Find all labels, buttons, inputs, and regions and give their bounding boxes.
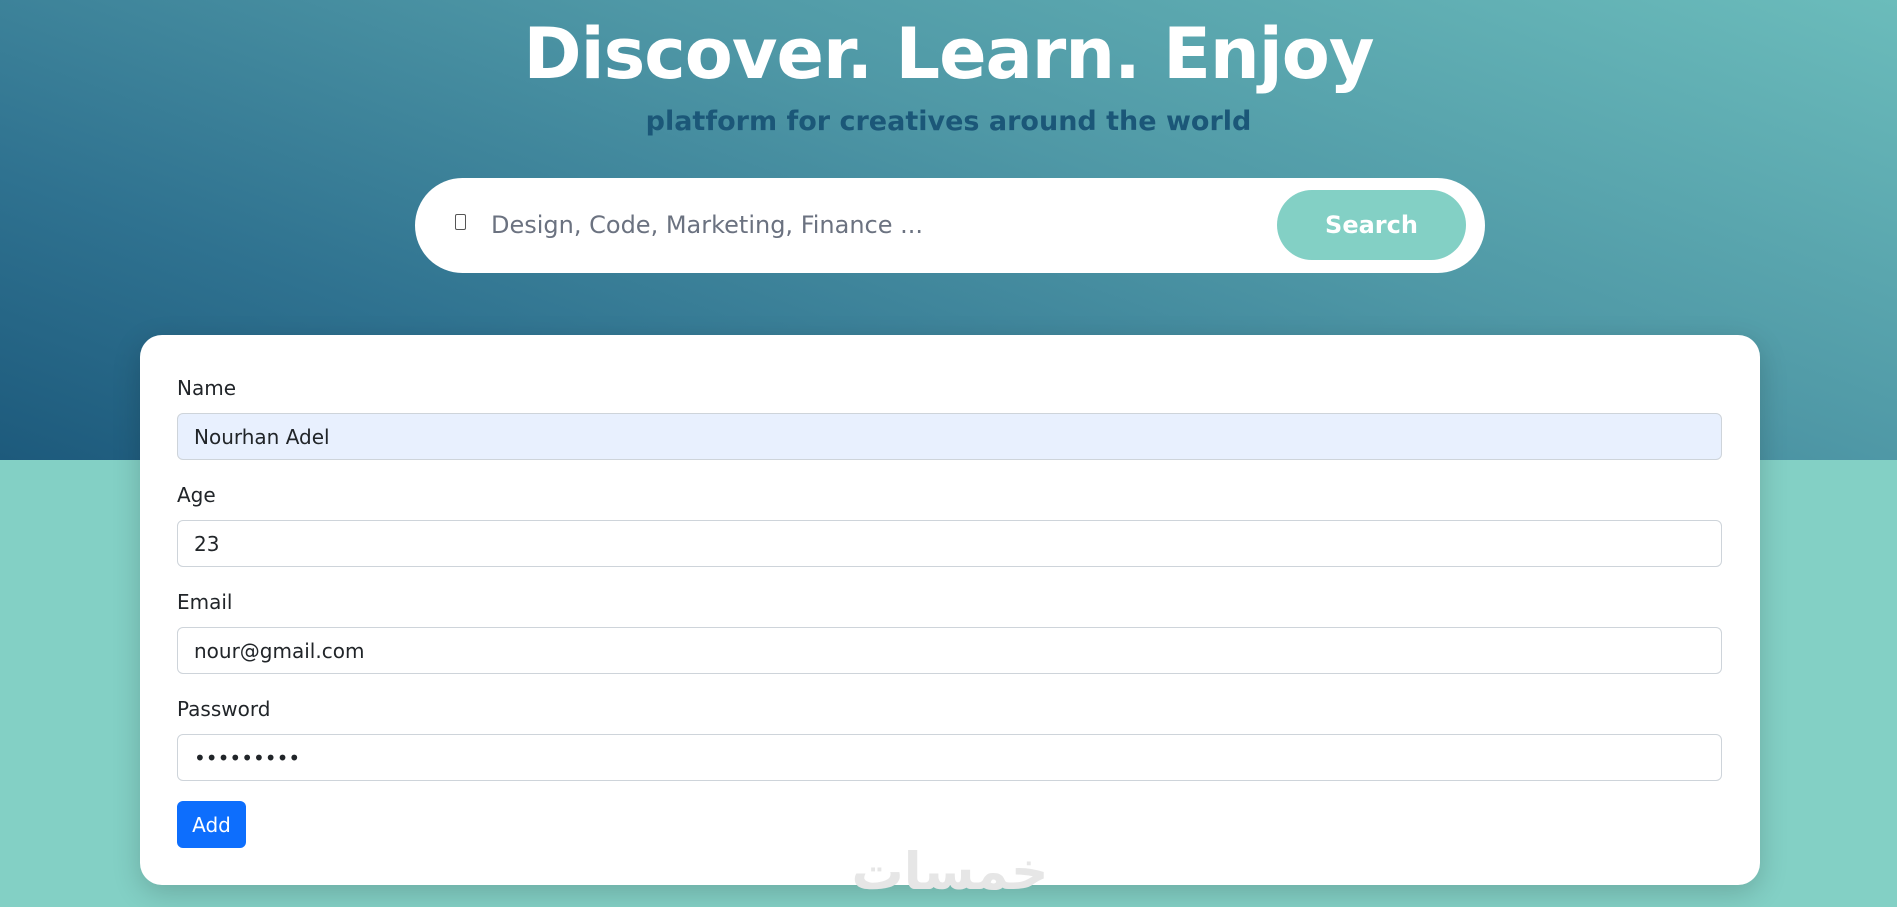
age-label: Age <box>177 483 216 507</box>
watermark-logo: خمسات <box>851 850 1049 895</box>
email-label: Email <box>177 590 233 614</box>
search-button[interactable]: Search <box>1277 190 1466 260</box>
search-input[interactable] <box>491 200 1251 250</box>
add-button[interactable]: Add <box>177 801 246 848</box>
hero-subtitle: platform for creatives around the world <box>645 106 1252 137</box>
search-icon <box>455 214 466 230</box>
name-field[interactable] <box>177 413 1722 460</box>
password-label: Password <box>177 697 271 721</box>
email-field[interactable] <box>177 627 1722 674</box>
password-field[interactable] <box>177 734 1722 781</box>
search-bar: Search <box>415 178 1485 273</box>
name-label: Name <box>177 376 237 400</box>
age-field[interactable] <box>177 520 1722 567</box>
hero-title: Discover. Learn. Enjoy <box>523 13 1375 95</box>
user-form-card: Name Age Email Password Add خمسات <box>140 335 1760 895</box>
